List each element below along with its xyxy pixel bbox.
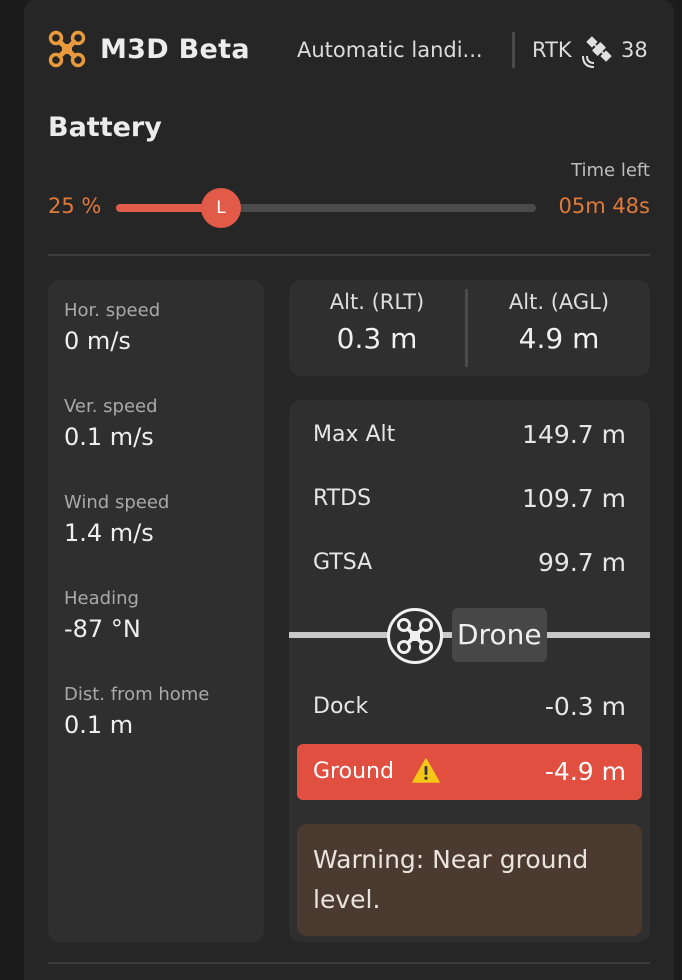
alt-rlt-value: 0.3 m [336,322,418,355]
altitude-card: Alt. (RLT) 0.3 m Alt. (AGL) 4.9 m [289,280,650,376]
level-value: -0.3 m [544,692,626,721]
alt-agl: Alt. (AGL) 4.9 m [468,290,650,355]
altitude-levels-card: Max Alt 149.7 m RTDS 109.7 m GTSA 99.7 m [289,400,650,942]
level-rtds: RTDS 109.7 m [313,482,626,518]
stat-dist-home: Dist. from home 0.1 m [64,684,209,739]
level-value: 99.7 m [538,548,626,577]
stat-label: Ver. speed [64,396,158,417]
stat-hor-speed: Hor. speed 0 m/s [64,300,160,355]
warning-icon [412,758,440,783]
alt-agl-value: 4.9 m [518,322,600,355]
level-dock: Dock -0.3 m [313,690,626,726]
stat-value: 0 m/s [64,327,131,355]
stat-wind-speed: Wind speed 1.4 m/s [64,492,169,547]
time-left-label: Time left [571,160,650,181]
level-value: -4.9 m [544,757,626,786]
battery-percent: 25 % [48,194,102,218]
section-divider [48,254,650,256]
rtk-label: RTK [532,38,572,62]
drone-title: M3D Beta [100,34,250,65]
level-label: Ground [313,759,394,784]
stat-label: Wind speed [64,492,170,513]
ground-warning-message: Warning: Near ground level. [297,824,642,936]
level-label: Max Alt [313,422,396,447]
stat-value: 0.1 m [64,711,134,739]
battery-bar: L [116,188,536,228]
drone-position-marker [387,608,443,664]
level-label: RTDS [313,486,372,511]
level-label: Dock [313,694,369,719]
drone-label: Drone [452,608,547,662]
level-gtsa: GTSA 99.7 m [313,546,626,582]
quadcopter-icon [397,618,433,654]
flight-status: Automatic landi... [297,38,483,62]
level-label: GTSA [313,550,373,575]
panel-header: M3D Beta Automatic landi... RTK 38 [48,30,650,72]
battery-landing-marker: L [201,188,241,228]
drone-status-panel: M3D Beta Automatic landi... RTK 38 Batte… [24,0,674,980]
stat-value: 0.1 m/s [64,423,154,451]
satellite-icon [582,36,612,68]
stat-value: 1.4 m/s [64,519,154,547]
alt-agl-label: Alt. (AGL) [508,290,610,314]
header-divider [512,32,515,68]
alt-rlt-label: Alt. (RLT) [329,290,425,314]
alt-rlt: Alt. (RLT) 0.3 m [289,290,465,355]
section-divider [48,962,650,964]
time-left-value: 05m 48s [558,194,650,218]
stat-label: Hor. speed [64,300,161,321]
stat-value: -87 °N [64,615,141,643]
speed-stats-card: Hor. speed 0 m/s Ver. speed 0.1 m/s Wind… [48,280,264,942]
stat-label: Heading [64,588,139,609]
stat-ver-speed: Ver. speed 0.1 m/s [64,396,158,451]
level-value: 149.7 m [522,420,626,449]
battery-heading: Battery [48,112,162,143]
level-ground-alert: Ground -4.9 m [297,744,642,800]
stat-label: Dist. from home [64,684,210,705]
satellite-count: 38 [621,38,648,62]
level-max-alt: Max Alt 149.7 m [313,418,626,454]
quadcopter-icon [48,30,86,68]
level-value: 109.7 m [522,484,626,513]
stat-heading: Heading -87 °N [64,588,141,643]
